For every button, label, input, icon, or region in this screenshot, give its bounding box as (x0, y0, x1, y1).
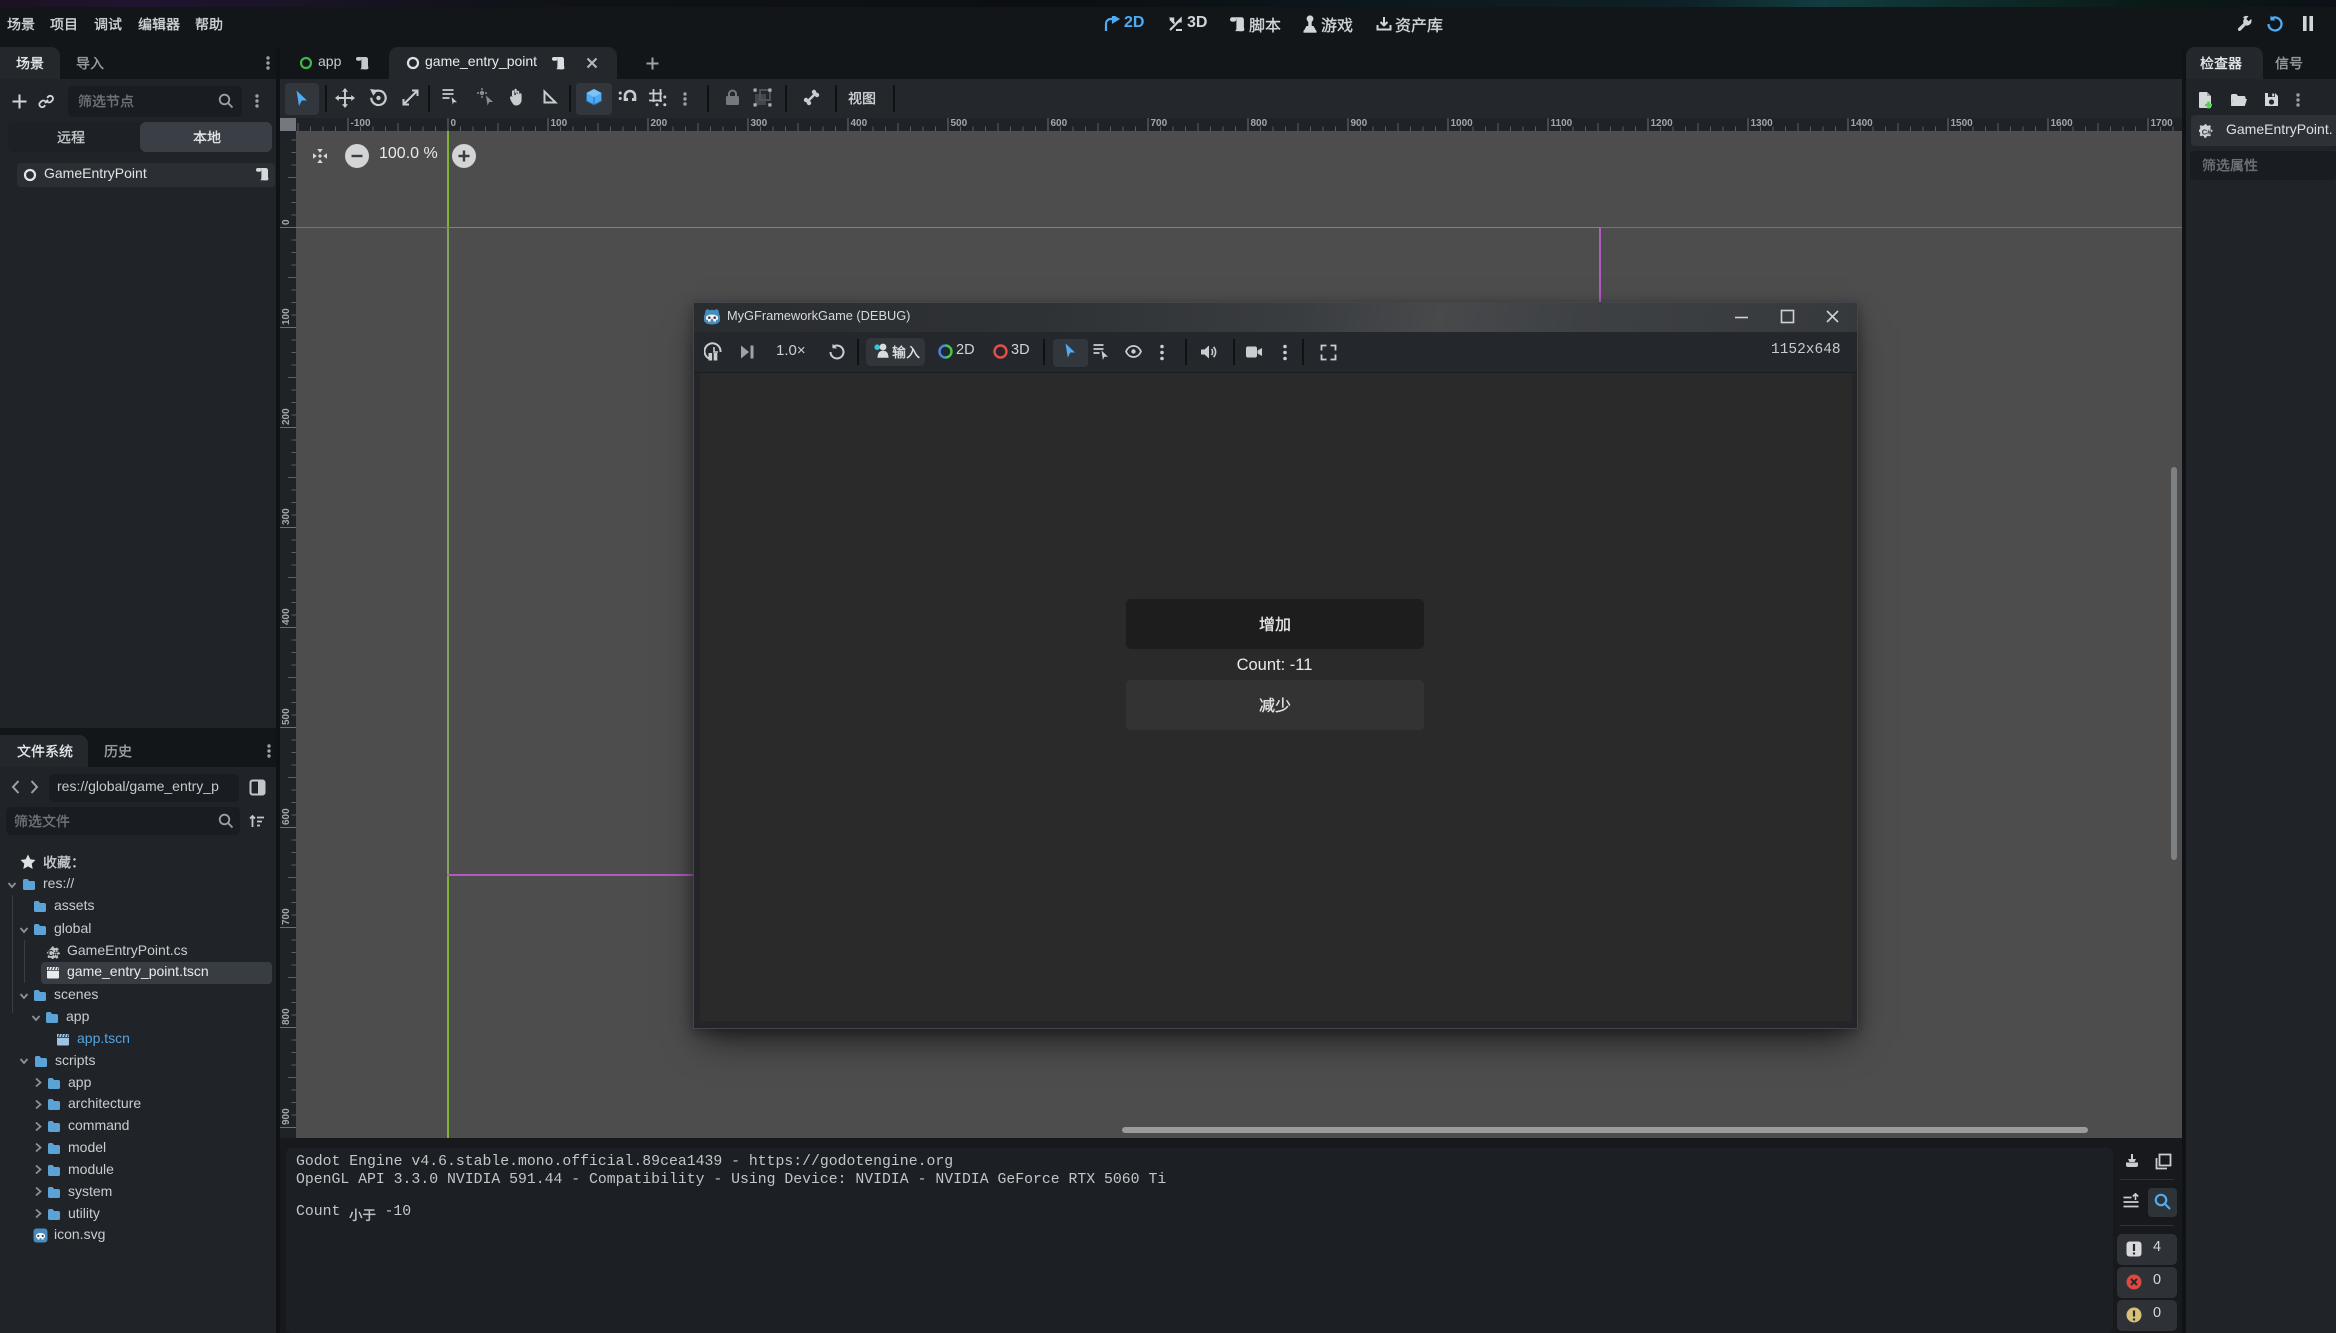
svg-text:C#: C# (48, 949, 59, 958)
svg-text:C#: C# (2202, 128, 2212, 137)
